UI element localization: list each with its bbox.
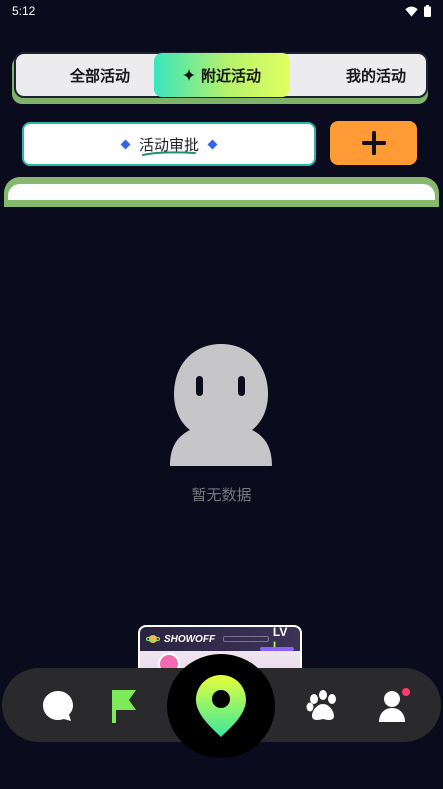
nav-activities[interactable] [104, 686, 144, 726]
location-pin-icon [196, 675, 246, 737]
content-panel [8, 184, 435, 200]
tab-all-activities[interactable]: 全部活动 [16, 54, 152, 96]
tab-label: 全部活动 [69, 66, 130, 85]
tab-my-activities[interactable]: 我的活动 [292, 54, 426, 96]
nav-chat[interactable] [38, 686, 78, 726]
wifi-icon [405, 6, 418, 16]
paw-icon [306, 690, 336, 720]
ghost-placeholder-icon [170, 344, 272, 466]
diamond-right-icon [207, 139, 218, 149]
status-bar: 5:12 [0, 0, 443, 22]
tab-label: 附近活动 [200, 66, 261, 85]
battery-icon [424, 5, 431, 17]
flag-icon [112, 690, 136, 723]
add-activity-button[interactable] [330, 121, 417, 165]
tab-nearby-activities[interactable]: 附近活动 [154, 53, 290, 97]
status-icons [405, 5, 431, 17]
nav-pets[interactable] [302, 686, 344, 726]
tab-label: 我的活动 [345, 66, 406, 85]
chat-bubble-icon [43, 691, 73, 721]
level-progress-fill [260, 647, 294, 651]
showoff-brand: SHOWOFF [163, 633, 216, 645]
activity-tabs: 全部活动 附近活动 我的活动 [14, 52, 428, 98]
underline-swoosh-icon [141, 150, 196, 156]
progress-bar [223, 636, 269, 642]
diamond-left-icon [120, 139, 131, 149]
empty-state-text: 暂无数据 [191, 486, 252, 504]
nav-profile[interactable] [372, 686, 412, 726]
nav-location[interactable] [167, 654, 275, 758]
sparkle-icon [182, 69, 195, 81]
status-time: 5:12 [12, 4, 36, 18]
notification-badge [402, 688, 410, 696]
activity-approval-button[interactable]: 活动审批 [22, 122, 316, 166]
planet-icon [146, 635, 160, 643]
plus-icon [361, 131, 386, 155]
